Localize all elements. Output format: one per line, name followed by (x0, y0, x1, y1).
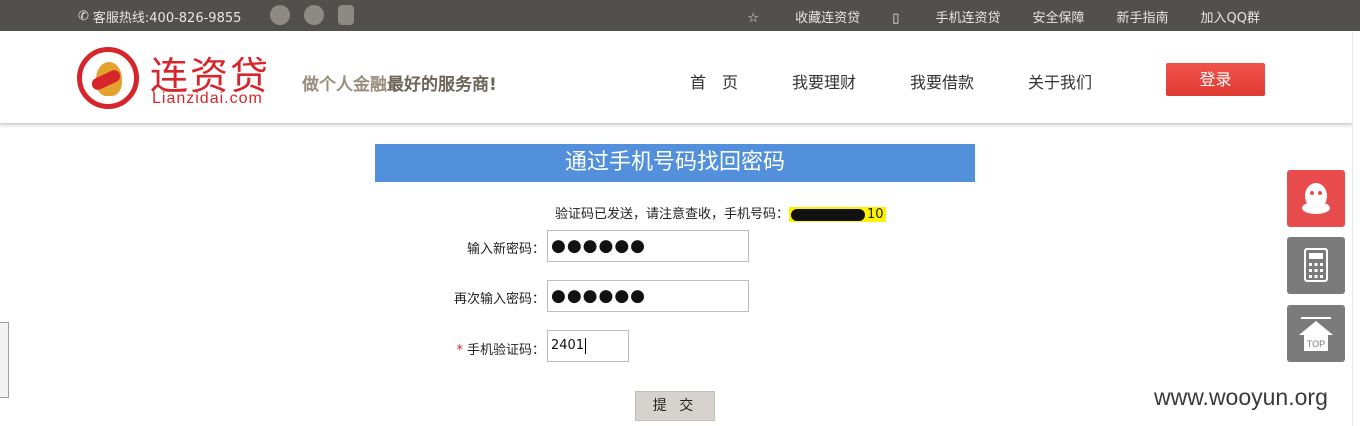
top-link-security[interactable]: 安全保障 (1033, 7, 1085, 26)
mobile-icon[interactable] (338, 5, 354, 25)
new-password-input[interactable]: ●●●●●● (547, 230, 749, 262)
calculator-button[interactable] (1287, 237, 1345, 294)
qq-icon (1302, 183, 1330, 214)
qq-button[interactable] (1287, 170, 1345, 227)
logo-domain: Lianzidai.com (152, 90, 263, 107)
left-side-tab[interactable] (0, 322, 9, 398)
masked-phone: 10 (789, 207, 886, 222)
required-mark: * (456, 343, 463, 358)
main-nav: 首 页 我要理财 我要借款 关于我们 (690, 69, 1146, 93)
watermark: www.wooyun.org (1154, 384, 1328, 410)
hotline-text: 客服热线:400-826-9855 (92, 11, 242, 26)
scrollbar[interactable] (1352, 31, 1360, 426)
confirm-password-input[interactable]: ●●●●●● (547, 280, 749, 312)
top-link-qq-group[interactable]: 加入QQ群 (1201, 7, 1260, 26)
sms-code-input[interactable]: 2401 (547, 330, 629, 362)
wechat-icon[interactable] (270, 5, 290, 25)
top-icon: TOP (1299, 317, 1333, 351)
sms-code-label: * 手机验证码： (456, 343, 545, 358)
submit-button[interactable]: 提 交 (635, 391, 715, 421)
page-title: 通过手机号码找回密码 (375, 144, 975, 182)
login-button[interactable]: 登录 (1166, 63, 1265, 96)
nav-home[interactable]: 首 页 (690, 69, 738, 93)
top-bar: ✆ 客服热线:400-826-9855 ☆ 收藏连资贷 ▯ 手机连资贷 安全保障… (0, 0, 1360, 31)
slogan: 做个人金融最好的服务商! (302, 75, 497, 95)
new-password-label: 输入新密码： (466, 242, 545, 257)
nav-borrow[interactable]: 我要借款 (910, 69, 974, 93)
social-links (270, 5, 354, 25)
nav-invest[interactable]: 我要理财 (792, 69, 856, 93)
confirm-password-label: 再次输入密码： (453, 292, 545, 307)
back-to-top-button[interactable]: TOP (1287, 305, 1345, 362)
phone-icon: ✆ (78, 9, 89, 24)
top-link-favorite[interactable]: ☆ 收藏连资贷 (747, 7, 860, 26)
svg-text:TOP: TOP (1307, 339, 1325, 349)
top-links: ☆ 收藏连资贷 ▯ 手机连资贷 安全保障 新手指南 加入QQ群 (747, 7, 1260, 26)
weibo-icon[interactable] (304, 5, 324, 25)
calculator-icon (1304, 248, 1328, 282)
nav-about[interactable]: 关于我们 (1028, 69, 1092, 93)
top-link-guide[interactable]: 新手指南 (1117, 7, 1169, 26)
hotline: ✆ 客服热线:400-826-9855 (78, 7, 241, 26)
logo-icon[interactable] (77, 47, 139, 109)
sms-notice: 验证码已发送，请注意查收，手机号码： 10 (555, 207, 886, 222)
top-link-mobile[interactable]: ▯ 手机连资贷 (892, 7, 1000, 26)
header: 连资贷 Lianzidai.com 做个人金融最好的服务商! 首 页 我要理财 … (0, 31, 1352, 124)
